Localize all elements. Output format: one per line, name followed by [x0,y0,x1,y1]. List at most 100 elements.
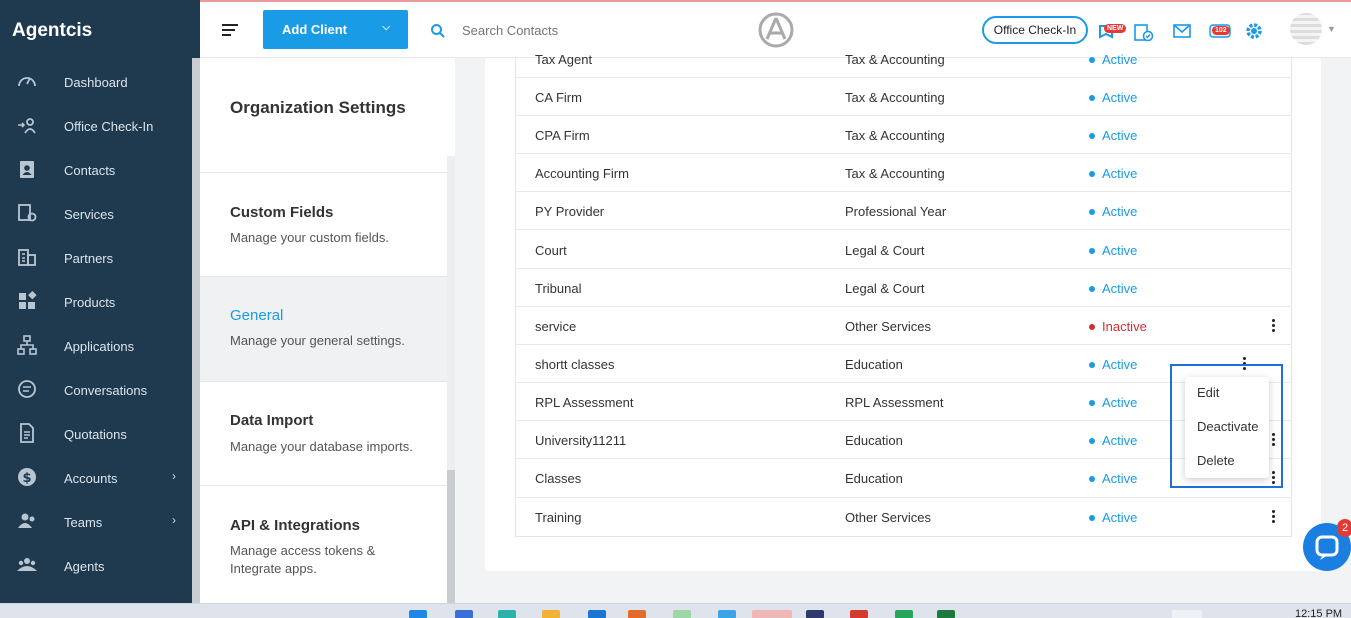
row-category: Education [845,357,903,372]
user-avatar[interactable] [1290,13,1322,45]
status-badge: Active [1089,471,1137,486]
row-category: Professional Year [845,204,947,219]
sidebar-item-accounts[interactable]: $ Accounts › [0,455,192,499]
status-badge: Active [1089,90,1137,105]
sidebar-item-label: Teams [64,515,103,530]
taskbar-app-icon[interactable] [673,610,691,618]
folder-icon[interactable] [542,610,560,618]
team-icon [18,513,35,528]
chevron-right-icon[interactable]: › [172,469,176,483]
taskbar-app-icon[interactable] [850,610,868,618]
table-row[interactable]: Tax Agent Tax & Accounting Active [515,41,1292,78]
sidebar-item-contacts[interactable]: Contacts [0,147,192,191]
office-checkin-button[interactable]: Office Check-In [982,16,1088,44]
sidebar-item-teams[interactable]: Teams › [0,499,192,543]
row-name: shortt classes [535,357,615,372]
row-actions-icon[interactable] [1272,319,1276,334]
windows-start-icon[interactable] [409,610,427,618]
search-contacts-input[interactable] [462,18,682,42]
taskbar-app-icon[interactable] [806,610,824,618]
table-row[interactable]: Training Other Services Active [515,498,1292,537]
table-row[interactable]: Court Legal & Court Active [515,230,1292,269]
table-row[interactable]: CA Firm Tax & Accounting Active [515,78,1292,116]
status-badge: Active [1089,166,1137,181]
table-row[interactable]: PY Provider Professional Year Active [515,192,1292,230]
table-row[interactable]: service Other Services Inactive [515,307,1292,345]
row-category: RPL Assessment [845,395,944,410]
status-badge: Active [1089,433,1137,448]
taskbar-app-icon[interactable] [588,610,606,618]
settings-scrollbar[interactable] [447,156,455,603]
sidebar-item-conversations[interactable]: Conversations [0,367,192,411]
row-name: Classes [535,471,582,486]
row-category: Tax & Accounting [845,166,945,181]
chevron-right-icon[interactable]: › [172,513,176,527]
sidebar-item-label: Conversations [64,383,148,398]
notification-count-badge: 102 [1212,26,1230,35]
sidebar-item-label: Quotations [64,427,127,442]
menu-item-delete[interactable]: Delete [1197,453,1235,468]
add-client-button[interactable]: Add Client ⌵ [263,10,408,49]
sidebar-item-services[interactable]: Services [0,191,192,235]
row-actions-icon[interactable] [1272,510,1276,525]
taskbar-app-icon[interactable] [628,610,646,618]
checkin-icon [18,118,36,134]
sidebar-item-label: Dashboard [64,75,128,90]
settings-item-desc: Manage your custom fields. [230,230,389,245]
sidebar-item-dashboard[interactable]: Dashboard [0,59,192,103]
taskbar-app-icon[interactable] [895,610,913,618]
taskbar-app-icon[interactable] [752,610,792,618]
sidebar-item-office-checkin[interactable]: Office Check-In [0,103,192,147]
row-name: Tax Agent [535,52,593,67]
page-title: Organization Settings [230,98,406,117]
taskbar-app-icon[interactable] [498,610,516,618]
sidebar: Dashboard Office Check-In Contacts Servi… [0,58,200,603]
chat-icon [18,380,36,398]
row-name: service [535,319,577,334]
chat-unread-badge: 2 [1337,519,1351,537]
settings-item-api-integrations[interactable]: API & Integrations Manage access tokens … [200,485,447,603]
table-row[interactable]: Accounting Firm Tax & Accounting Active [515,154,1292,192]
sidebar-item-agents[interactable]: Agents [0,543,192,587]
settings-item-desc: Integrate apps. [230,561,317,576]
taskbar-app-icon[interactable] [455,610,473,618]
settings-item-desc: Manage your database imports. [230,439,413,454]
sidebar-item-label: Services [64,207,114,222]
menu-item-deactivate[interactable]: Deactivate [1197,419,1258,434]
chevron-down-icon[interactable]: ⌵ [382,22,390,33]
row-category: Other Services [845,510,931,525]
services-icon [18,204,37,222]
scrollbar-thumb[interactable] [447,470,455,603]
add-client-label: Add Client [282,22,347,37]
building-icon [18,249,36,266]
excel-icon[interactable] [937,610,955,618]
row-category: Legal & Court [845,243,925,258]
menu-item-edit[interactable]: Edit [1197,385,1219,400]
sidebar-item-products[interactable]: Products [0,279,192,323]
settings-item-title: Custom Fields [230,204,334,221]
status-badge: Active [1089,395,1137,410]
row-category: Tax & Accounting [845,90,945,105]
system-clock[interactable]: 12:15 PM [1295,608,1342,618]
table-row[interactable]: CPA Firm Tax & Accounting Active [515,116,1292,154]
contact-card-icon [20,161,34,178]
new-badge: NEW [1104,24,1127,33]
status-badge: Inactive [1089,319,1147,334]
chevron-down-icon[interactable]: ▼ [1327,24,1336,34]
taskbar-app-icon[interactable] [718,610,736,618]
row-category: Other Services [845,319,931,334]
brand-logo[interactable]: Agentcis [0,0,200,58]
agents-icon [17,558,37,571]
sidebar-item-label: Products [64,295,116,310]
settings-item-general[interactable]: General Manage your general settings. [200,276,447,381]
table-row[interactable]: Tribunal Legal & Court Active [515,269,1292,307]
sidebar-item-applications[interactable]: Applications [0,323,192,367]
settings-item-data-import[interactable]: Data Import Manage your database imports… [200,381,447,485]
sidebar-scrollbar[interactable] [192,58,200,603]
sidebar-item-quotations[interactable]: Quotations [0,411,192,455]
sidebar-item-partners[interactable]: Partners [0,235,192,279]
settings-item-custom-fields[interactable]: Custom Fields Manage your custom fields. [200,172,447,276]
menu-toggle-icon[interactable] [222,24,240,38]
taskbar-app-icon[interactable] [1172,610,1202,618]
status-badge: Active [1089,128,1137,143]
